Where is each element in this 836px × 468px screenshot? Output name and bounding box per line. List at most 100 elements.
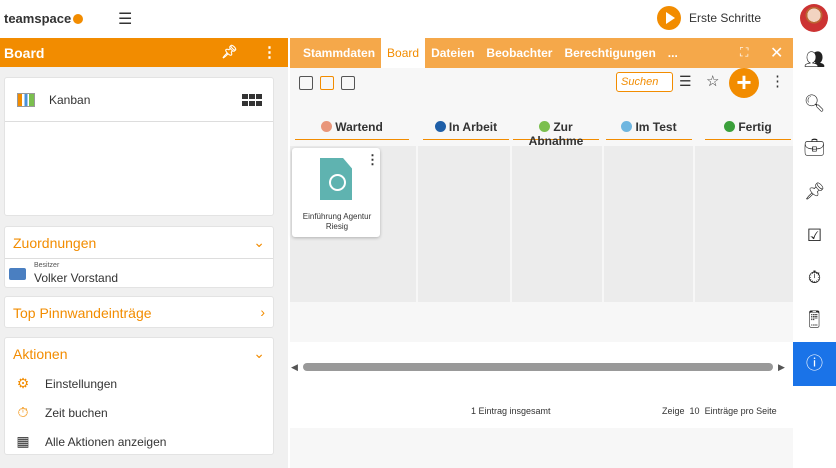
tab-dateien[interactable]: Dateien — [425, 38, 480, 68]
erste-schritte-button[interactable]: Erste Schritte — [657, 6, 761, 30]
pin-icon[interactable]: 📌︎ — [221, 44, 238, 60]
show-label: Zeige — [662, 406, 685, 416]
top-bar: teamspace ☰ Erste Schritte — [0, 0, 836, 38]
avatar[interactable] — [800, 4, 828, 32]
column-label: Wartend — [335, 120, 383, 134]
expand-icon[interactable]: ⛶ — [740, 45, 748, 60]
teamspace-logo[interactable]: teamspace — [4, 11, 84, 26]
tab-bar: Stammdaten Board Dateien Beobachter Bere… — [290, 38, 793, 68]
im-test-icon — [621, 121, 633, 132]
scroll-thumb[interactable] — [303, 363, 773, 371]
pinnwand-title: Top Pinnwandeinträge — [13, 304, 152, 321]
zuordnungen-header[interactable]: Zuordnungen ⌄ — [5, 227, 273, 258]
entry-count: 1 Eintrag insgesamt — [471, 406, 551, 416]
kanban-board: Wartend In Arbeit Zur Abnahme Im Test Fe… — [290, 98, 793, 416]
zur-abnahme-icon — [539, 121, 551, 132]
task-title: Einführung Agentur Riesig — [302, 212, 372, 231]
zuordnungen-title: Zuordnungen — [13, 234, 97, 251]
aktionen-card: Aktionen ⌄ ⚙ Einstellungen ⏱ Zeit buchen… — [4, 337, 274, 455]
filter-icon[interactable]: ☰ — [679, 73, 692, 90]
per-page-label: Einträge pro Seite — [704, 406, 777, 416]
erste-schritte-label: Erste Schritte — [689, 11, 762, 25]
grid-icon: ▦ — [16, 433, 30, 449]
tab-beobachter[interactable]: Beobachter — [480, 38, 558, 68]
grid-view-icon[interactable] — [242, 94, 262, 107]
zuordnungen-card: Zuordnungen ⌄ Besitzer Volker Vorstand — [4, 226, 274, 288]
per-page-select[interactable]: 10 — [690, 406, 700, 416]
in-arbeit-icon — [434, 121, 446, 132]
right-rail: 👥︎ 🔍︎ 💼︎ 📌︎ ☑ ⏱ 📱︎ ⓘ — [793, 38, 836, 468]
page-size: Zeige 10 Einträge pro Seite — [662, 406, 777, 416]
chevron-down-icon: ⌄ — [253, 234, 265, 250]
column-label: Im Test — [635, 120, 677, 134]
action-einstellungen[interactable]: ⚙ Einstellungen — [5, 369, 273, 398]
bottom-area — [290, 428, 793, 468]
chart-view-icon[interactable] — [341, 76, 355, 90]
action-zeit-buchen[interactable]: ⏱ Zeit buchen — [5, 398, 273, 427]
tab-board[interactable]: Board — [381, 38, 426, 68]
left-panel-header: Board 📌︎ ⋮ — [0, 38, 288, 67]
lane-zur-abnahme — [512, 146, 602, 302]
owner-name: Volker Vorstand — [34, 271, 119, 285]
stopwatch-icon[interactable]: ⏱ — [793, 260, 836, 296]
lane-fertig — [695, 146, 793, 302]
close-icon[interactable]: ✕ — [770, 43, 783, 63]
pin-icon[interactable]: 📌︎ — [793, 174, 836, 210]
kanban-icon — [17, 92, 35, 107]
pinnwand-card[interactable]: Top Pinnwandeinträge › — [4, 296, 274, 328]
task-card[interactable]: ⋮ Einführung Agentur Riesig — [292, 148, 380, 237]
kanban-label: Kanban — [49, 92, 91, 107]
more-vert-icon[interactable]: ⋮ — [262, 43, 277, 61]
document-icon — [320, 158, 352, 200]
play-icon — [657, 6, 681, 30]
board-view-icon[interactable] — [320, 76, 334, 90]
lane-im-test — [604, 146, 693, 302]
column-headers: Wartend In Arbeit Zur Abnahme Im Test Fe… — [290, 120, 793, 148]
star-icon[interactable]: ☆ — [706, 72, 719, 90]
column-header-wartend: Wartend — [295, 120, 409, 140]
lane-in-arbeit — [418, 146, 510, 302]
tab-more[interactable]: ... — [662, 38, 684, 68]
owner-row[interactable]: Besitzer Volker Vorstand — [5, 258, 273, 288]
column-header-in-arbeit: In Arbeit — [423, 120, 509, 140]
kanban-row[interactable]: Kanban — [5, 78, 273, 122]
main-panel: Stammdaten Board Dateien Beobachter Bere… — [290, 38, 793, 468]
action-label: Einstellungen — [45, 376, 118, 391]
search-icon[interactable]: 🔍︎ — [793, 86, 836, 122]
column-label: In Arbeit — [448, 120, 498, 134]
aktionen-title: Aktionen — [13, 345, 68, 362]
horizontal-scrollbar[interactable]: ◀ ▶ — [290, 362, 793, 372]
contact-card-icon — [9, 268, 26, 280]
pinnwand-header[interactable]: Top Pinnwandeinträge › — [5, 297, 273, 328]
chevron-down-icon: ⌄ — [253, 345, 265, 361]
info-icon[interactable]: ⓘ — [793, 342, 836, 386]
left-panel-title: Board — [4, 44, 45, 61]
search-input[interactable]: Suchen — [616, 72, 673, 92]
list-view-icon[interactable] — [299, 76, 313, 90]
gears-icon: ⚙ — [16, 375, 30, 391]
hamburger-icon[interactable]: ☰ — [118, 9, 132, 29]
column-label: Fertig — [738, 120, 772, 134]
tab-stammdaten[interactable]: Stammdaten — [290, 38, 381, 68]
mobile-icon[interactable]: 📱︎ — [793, 302, 836, 338]
tab-berechtigungen[interactable]: Berechtigungen — [558, 38, 661, 68]
board-toolbar: Suchen ☰ ☆ + ⋮ — [290, 68, 793, 98]
aktionen-header[interactable]: Aktionen ⌄ — [5, 338, 273, 369]
stopwatch-icon: ⏱ — [17, 404, 29, 420]
briefcase-icon[interactable]: 💼︎ — [793, 130, 836, 166]
chevron-right-icon: › — [260, 304, 265, 320]
more-vert-icon[interactable]: ⋮ — [770, 72, 785, 90]
add-button[interactable]: + — [729, 68, 759, 98]
tasks-icon[interactable]: ☑ — [793, 218, 836, 254]
team-icon[interactable]: 👥︎ — [793, 42, 836, 78]
action-label: Zeit buchen — [45, 405, 108, 420]
action-label: Alle Aktionen anzeigen — [45, 434, 167, 449]
scroll-right-icon[interactable]: ▶ — [778, 362, 785, 373]
scroll-left-icon[interactable]: ◀ — [291, 362, 298, 373]
fertig-icon — [724, 121, 736, 132]
more-vert-icon[interactable]: ⋮ — [366, 152, 379, 168]
column-header-im-test: Im Test — [606, 120, 692, 140]
action-alle-aktionen[interactable]: ▦ Alle Aktionen anzeigen — [5, 427, 273, 456]
kanban-card: Kanban — [4, 77, 274, 216]
wartend-icon — [321, 121, 333, 132]
